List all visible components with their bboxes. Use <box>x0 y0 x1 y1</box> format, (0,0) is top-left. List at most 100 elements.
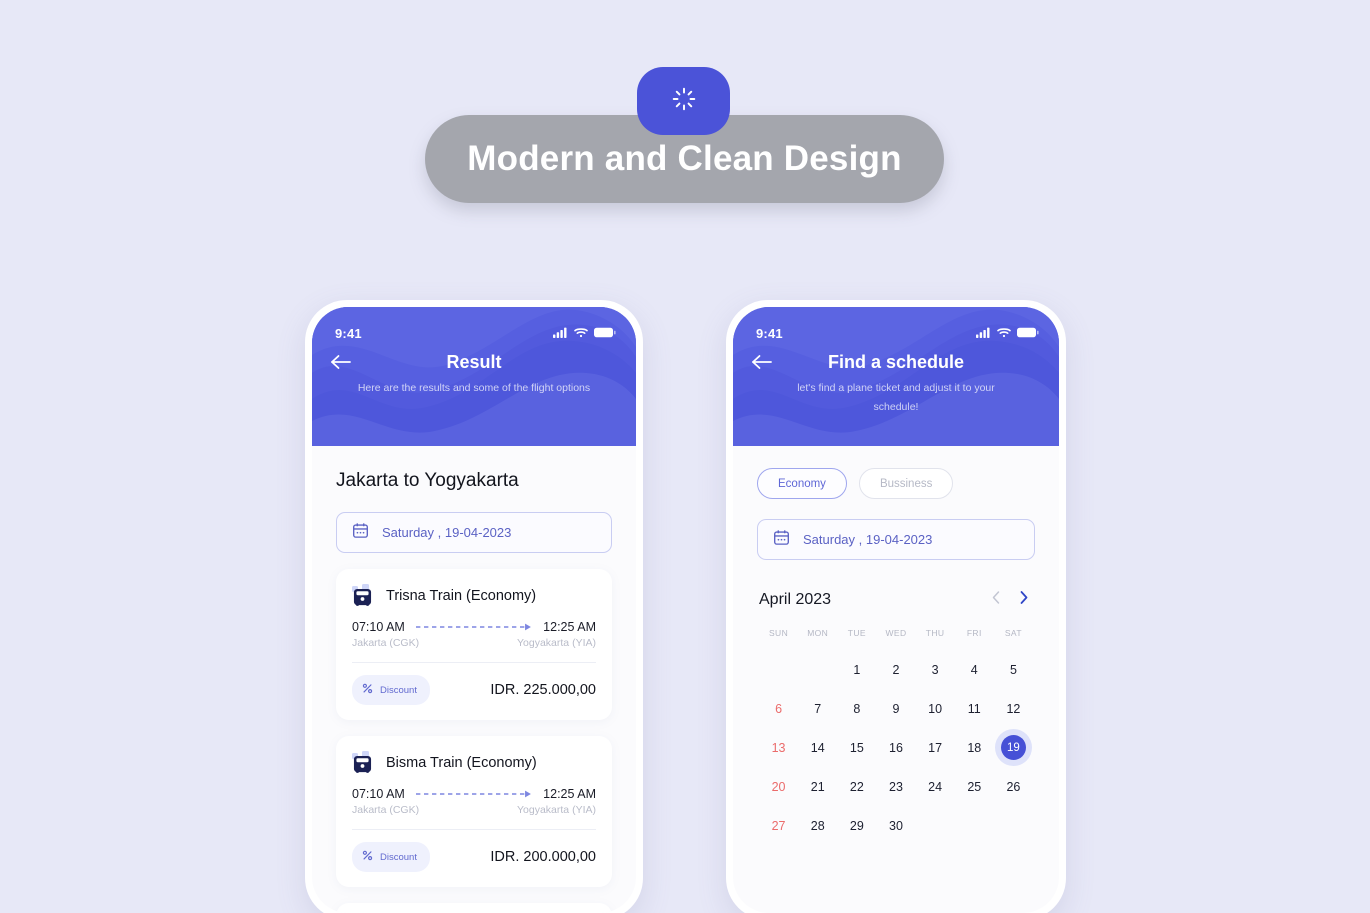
nav-row: Result <box>312 341 636 375</box>
arrive-place: Yogyakarta (YIA) <box>517 637 596 649</box>
calendar-day-cell[interactable]: 13 <box>759 728 798 767</box>
back-arrow-icon[interactable] <box>751 354 773 370</box>
calendar-day-cell[interactable]: 24 <box>916 767 955 806</box>
calendar-day-cell[interactable]: 22 <box>837 767 876 806</box>
battery-icon <box>594 325 616 343</box>
calendar-widget: April 2023 SUN MON TUE WED THU FRI SAT 1… <box>757 560 1035 845</box>
calendar-day-header: TUE <box>847 628 866 638</box>
calendar-day-cell[interactable]: 12 <box>994 689 1033 728</box>
calendar-day-cell[interactable]: 20 <box>759 767 798 806</box>
date-picker-field-left[interactable]: Saturday , 19-04-2023 <box>336 512 612 553</box>
calendar-day-cell[interactable]: 30 <box>876 806 915 845</box>
page-subtitle: let's find a plane ticket and adjust it … <box>797 382 995 413</box>
nav-row: Find a schedule <box>733 341 1059 375</box>
class-tabs: Economy Bussiness <box>757 446 1035 499</box>
schedule-times: 07:10 AM 12:25 AM <box>352 787 596 801</box>
calendar-day-cell[interactable]: 17 <box>916 728 955 767</box>
calendar-empty-cell <box>759 650 798 689</box>
calendar-day-cell[interactable]: 9 <box>876 689 915 728</box>
calendar-day-cell[interactable]: 21 <box>798 767 837 806</box>
status-bar: 9:41 <box>733 307 1059 341</box>
calendar-day-cell[interactable]: 6 <box>759 689 798 728</box>
train-result-card[interactable]: Bisma Train (Economy) <box>336 903 612 913</box>
calendar-day-cell[interactable]: 18 <box>955 728 994 767</box>
calendar-day-cell[interactable]: 15 <box>837 728 876 767</box>
calendar-day-cell[interactable]: 27 <box>759 806 798 845</box>
calendar-day-cell[interactable]: 19 <box>994 728 1033 767</box>
page-title: Find a schedule <box>827 351 965 372</box>
calendar-empty-cell <box>798 650 837 689</box>
calendar-day-cell[interactable]: 5 <box>994 650 1033 689</box>
chevron-right-icon[interactable] <box>1018 590 1029 610</box>
calendar-day-cell[interactable]: 4 <box>955 650 994 689</box>
calendar-day-cell[interactable]: 10 <box>916 689 955 728</box>
banner-title: Modern and Clean Design <box>467 139 902 178</box>
ticket-price: IDR. 225.000,00 <box>490 682 596 698</box>
calendar-day-cell[interactable]: 8 <box>837 689 876 728</box>
date-picker-field-right[interactable]: Saturday , 19-04-2023 <box>757 519 1035 560</box>
calendar-day-header: WED <box>885 628 907 638</box>
calendar-day-cell[interactable]: 7 <box>798 689 837 728</box>
train-icon <box>352 751 375 774</box>
result-body: Jakarta to Yogyakarta Saturday , 19-04-2… <box>312 446 636 913</box>
train-result-card[interactable]: Trisna Train (Economy) 07:10 AM 12:25 AM <box>336 569 612 720</box>
phone-screen-schedule: 9:41 Find a schedule let's find a plane … <box>733 307 1059 913</box>
calendar-day-cell[interactable]: 11 <box>955 689 994 728</box>
phone-screen-result: 9:41 Result Here are the results and som… <box>312 307 636 913</box>
discount-label: Discount <box>380 684 417 696</box>
schedule-places: Jakarta (CGK) Yogyakarta (YIA) <box>352 804 596 816</box>
percent-icon <box>362 848 373 866</box>
calendar-day-cell[interactable]: 14 <box>798 728 837 767</box>
depart-time: 07:10 AM <box>352 787 405 801</box>
discount-badge[interactable]: Discount <box>352 842 430 872</box>
calendar-header: April 2023 <box>759 590 1033 610</box>
arrive-time: 12:25 AM <box>543 620 596 634</box>
date-value-right: Saturday , 19-04-2023 <box>803 532 933 547</box>
depart-time: 07:10 AM <box>352 620 405 634</box>
chevron-left-icon[interactable] <box>991 590 1002 610</box>
calendar-day-header: FRI <box>966 628 982 638</box>
price-row: Discount IDR. 200.000,00 <box>352 830 596 887</box>
back-arrow-icon[interactable] <box>330 354 352 370</box>
status-icons <box>976 325 1039 343</box>
ticket-price: IDR. 200.000,00 <box>490 849 596 865</box>
calendar-day-cell[interactable]: 23 <box>876 767 915 806</box>
train-icon <box>352 584 375 607</box>
loading-spinner-icon <box>671 86 697 117</box>
price-row: Discount IDR. 225.000,00 <box>352 663 596 720</box>
card-header: Trisna Train (Economy) <box>352 584 596 607</box>
schedule-places: Jakarta (CGK) Yogyakarta (YIA) <box>352 637 596 649</box>
status-time: 9:41 <box>335 326 362 341</box>
calendar-grid: SUN MON TUE WED THU FRI SAT 1 2 3 4 5 6 7 8 9 10 11 12 13 14… <box>759 628 1033 845</box>
result-header: 9:41 Result Here are the results and som… <box>312 307 636 446</box>
train-results-list: Trisna Train (Economy) 07:10 AM 12:25 AM <box>336 569 612 913</box>
train-name: Trisna Train (Economy) <box>386 587 537 604</box>
calendar-day-cell[interactable]: 2 <box>876 650 915 689</box>
calendar-selected-day[interactable]: 19 <box>1000 735 1026 760</box>
calendar-day-cell[interactable]: 25 <box>955 767 994 806</box>
battery-icon <box>1017 325 1039 343</box>
calendar-day-cell[interactable]: 3 <box>916 650 955 689</box>
calendar-day-header: THU <box>925 628 945 638</box>
tab-bussiness-label: Bussiness <box>879 477 933 490</box>
page-subtitle: Here are the results and some of the fli… <box>357 382 591 394</box>
tab-bussiness[interactable]: Bussiness <box>858 468 954 499</box>
schedule-body: Economy Bussiness Saturday , 19-04-2023 … <box>733 446 1059 845</box>
train-name: Bisma Train (Economy) <box>386 754 537 771</box>
tab-economy[interactable]: Economy <box>757 468 847 499</box>
percent-icon <box>362 681 373 699</box>
train-result-card[interactable]: Bisma Train (Economy) 07:10 AM 12:25 AM <box>336 736 612 887</box>
calendar-day-cell[interactable]: 1 <box>837 650 876 689</box>
calendar-day-cell[interactable]: 16 <box>876 728 915 767</box>
calendar-day-cell[interactable]: 28 <box>798 806 837 845</box>
calendar-day-cell[interactable]: 26 <box>994 767 1033 806</box>
calendar-day-header: SUN <box>768 628 789 638</box>
banner-badge <box>637 67 730 135</box>
wifi-icon <box>997 325 1011 343</box>
route-dash-line <box>415 623 532 631</box>
header-content: 9:41 <box>312 307 636 398</box>
calendar-day-cell[interactable]: 29 <box>837 806 876 845</box>
status-icons <box>553 325 616 343</box>
discount-badge[interactable]: Discount <box>352 675 430 705</box>
status-bar: 9:41 <box>312 307 636 341</box>
